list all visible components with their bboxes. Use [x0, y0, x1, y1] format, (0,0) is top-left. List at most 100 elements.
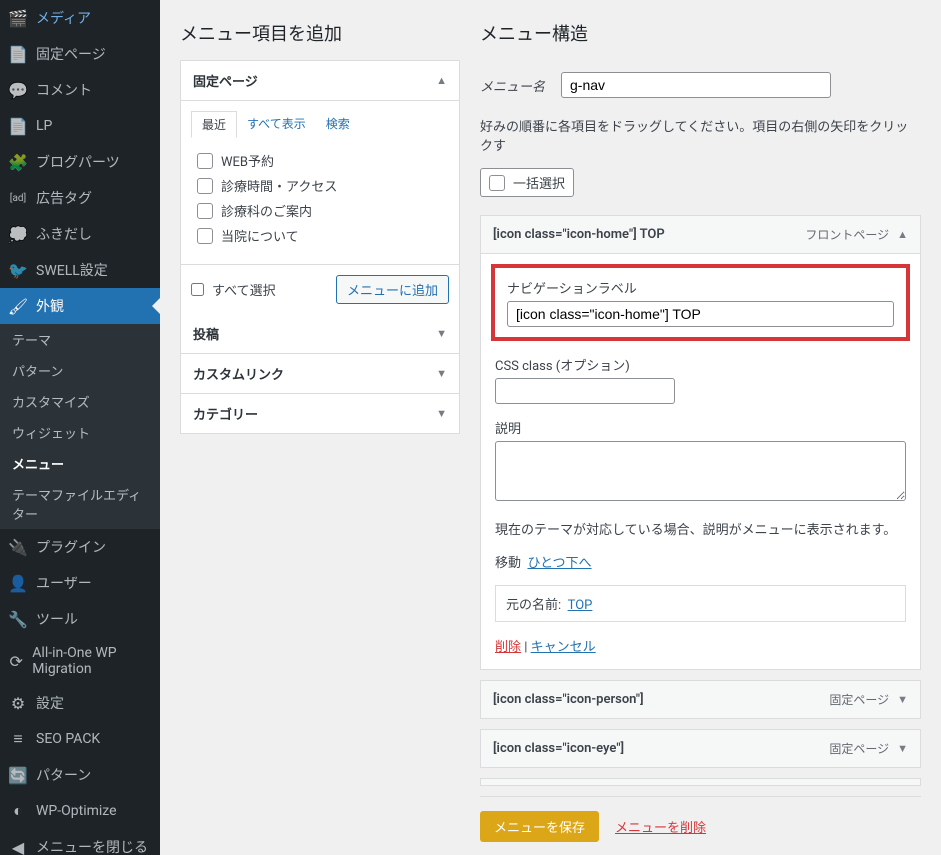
- menu-item-header[interactable]: [icon class="icon-home"] TOP フロントページ ▲: [481, 216, 920, 253]
- sidebar-item-lp[interactable]: 📄 LP: [0, 108, 160, 144]
- swell-icon: 🐦: [8, 260, 28, 280]
- sidebar-label: メディア: [36, 8, 91, 28]
- migration-icon: ⟳: [8, 651, 24, 671]
- page-icon: 📄: [8, 44, 28, 64]
- bulk-select-checkbox[interactable]: [489, 175, 505, 191]
- save-menu-button[interactable]: メニューを保存: [480, 811, 599, 842]
- sidebar-item-media[interactable]: 🎬 メディア: [0, 0, 160, 36]
- sidebar-item-migration[interactable]: ⟳All-in-One WP Migration: [0, 637, 160, 685]
- check-row[interactable]: 診療時間・アクセス: [197, 173, 449, 198]
- menu-item-placeholder: [480, 778, 921, 786]
- origin-link[interactable]: TOP: [568, 598, 593, 613]
- check-row[interactable]: WEB予約: [197, 148, 449, 173]
- sidebar-item-blogparts[interactable]: 🧩 ブログパーツ: [0, 144, 160, 180]
- bulk-select-wrap[interactable]: 一括選択: [480, 168, 574, 197]
- sidebar-label: コメント: [36, 80, 92, 100]
- sidebar-label: メニューを閉じる: [36, 837, 148, 855]
- check-row[interactable]: 診療科のご案内: [197, 198, 449, 223]
- sidebar-label: ユーザー: [36, 573, 92, 593]
- grid-icon: 🧩: [8, 152, 28, 172]
- menu-item-person: [icon class="icon-person"] 固定ページ ▼: [480, 680, 921, 719]
- sidebar-item-ads[interactable]: [ad]広告タグ: [0, 180, 160, 216]
- menu-item-header[interactable]: [icon class="icon-eye"] 固定ページ ▼: [481, 730, 920, 767]
- sidebar-label: ブログパーツ: [36, 152, 120, 172]
- page-check-list: WEB予約 診療時間・アクセス 診療科のご案内 当院について: [197, 148, 449, 248]
- sidebar-item-tools[interactable]: 🔧 ツール: [0, 601, 160, 637]
- page-checkbox[interactable]: [197, 228, 213, 244]
- menu-name-input[interactable]: [561, 72, 831, 98]
- page-checkbox[interactable]: [197, 203, 213, 219]
- chevron-down-icon: ▼: [436, 367, 447, 380]
- media-icon: 🎬: [8, 8, 28, 28]
- select-all-label: すべて選択: [212, 280, 276, 299]
- check-label: 当院について: [221, 226, 299, 245]
- sidebar-label: WP-Optimize: [36, 803, 117, 819]
- description-group: 説明: [495, 418, 906, 505]
- document-icon: 📄: [8, 116, 28, 136]
- sidebar-item-users[interactable]: 👤ユーザー: [0, 565, 160, 601]
- tab-search[interactable]: 検索: [316, 111, 360, 138]
- delete-menu-link[interactable]: メニューを削除: [615, 817, 706, 836]
- bulk-select-row: 一括選択: [480, 168, 921, 197]
- nav-label-highlight: ナビゲーションラベル: [491, 264, 910, 341]
- check-label: WEB予約: [221, 151, 274, 170]
- tab-all[interactable]: すべて表示: [237, 111, 316, 138]
- select-all-checkbox[interactable]: [191, 283, 204, 296]
- sidebar-item-settings[interactable]: ⚙設定: [0, 685, 160, 721]
- chevron-up-icon: ▲: [436, 74, 447, 87]
- check-row[interactable]: 当院について: [197, 223, 449, 248]
- css-class-input[interactable]: [495, 378, 675, 404]
- submenu-widgets[interactable]: ウィジェット: [0, 417, 160, 448]
- wrench-icon: 🔧: [8, 609, 28, 629]
- sidebar-label: 外観: [36, 296, 64, 316]
- acc-category[interactable]: カテゴリー ▼: [181, 394, 459, 433]
- sidebar-label: ツール: [36, 609, 78, 629]
- nav-label-input[interactable]: [507, 301, 894, 327]
- chevron-down-icon: ▼: [436, 327, 447, 340]
- sidebar-label: 固定ページ: [36, 44, 106, 64]
- appearance-submenu: テーマ パターン カスタマイズ ウィジェット メニュー テーマファイルエディター: [0, 324, 160, 529]
- origin-box: 元の名前: TOP: [495, 585, 906, 622]
- submenu-patterns[interactable]: パターン: [0, 355, 160, 386]
- submenu-themes[interactable]: テーマ: [0, 324, 160, 355]
- add-to-menu-button[interactable]: メニューに追加: [336, 275, 449, 304]
- sidebar-item-wpoptimize[interactable]: ◐WP-Optimize: [0, 793, 160, 829]
- page-checkbox[interactable]: [197, 178, 213, 194]
- acc-posts[interactable]: 投稿 ▼: [181, 314, 459, 354]
- sidebar-item-appearance[interactable]: 🖌外観: [0, 288, 160, 324]
- sidebar-item-pages[interactable]: 📄 固定ページ: [0, 36, 160, 72]
- items-accordion: 固定ページ ▲ 最近 すべて表示 検索 WEB予約 診療時間・アクセス 診療科の…: [180, 60, 460, 434]
- sidebar-label: 設定: [36, 693, 64, 713]
- select-all-row[interactable]: すべて選択: [191, 280, 276, 299]
- page-checkbox[interactable]: [197, 153, 213, 169]
- sidebar-item-comments[interactable]: 💬 コメント: [0, 72, 160, 108]
- ad-icon: [ad]: [8, 188, 28, 208]
- sidebar-item-swell[interactable]: 🐦SWELL設定: [0, 252, 160, 288]
- menu-item-type: 固定ページ ▼: [829, 691, 908, 708]
- comment-icon: 💬: [8, 80, 28, 100]
- acc-custom-link[interactable]: カスタムリンク ▼: [181, 354, 459, 394]
- sidebar-item-collapse[interactable]: ◀メニューを閉じる: [0, 829, 160, 855]
- submenu-customize[interactable]: カスタマイズ: [0, 386, 160, 417]
- item-actions: 削除 | キャンセル: [495, 636, 906, 655]
- submenu-menus[interactable]: メニュー: [0, 448, 160, 479]
- sidebar-item-fukidashi[interactable]: 💭ふきだし: [0, 216, 160, 252]
- menu-item-header[interactable]: [icon class="icon-person"] 固定ページ ▼: [481, 681, 920, 718]
- menu-name-row: メニュー名: [480, 60, 921, 106]
- sidebar-item-plugins[interactable]: 🔌プラグイン: [0, 529, 160, 565]
- submenu-theme-editor[interactable]: テーマファイルエディター: [0, 479, 160, 529]
- css-class-group: CSS class (オプション): [495, 355, 906, 404]
- tab-recent[interactable]: 最近: [191, 111, 237, 138]
- sidebar-item-seopack[interactable]: ≡SEO PACK: [0, 721, 160, 757]
- sidebar-item-pattern2[interactable]: 🔄パターン: [0, 757, 160, 793]
- move-down-link[interactable]: ひとつ下へ: [527, 556, 591, 571]
- menu-item-title: [icon class="icon-home"] TOP: [493, 227, 665, 242]
- delete-item-link[interactable]: 削除: [495, 640, 521, 655]
- cancel-item-link[interactable]: キャンセル: [531, 640, 596, 655]
- description-textarea[interactable]: [495, 441, 906, 501]
- menu-item-body: ナビゲーションラベル CSS class (オプション) 説明 現在のテーマが対…: [481, 253, 920, 669]
- bulk-select-label: 一括選択: [513, 173, 565, 192]
- chevron-up-icon: ▲: [897, 228, 908, 241]
- sidebar-label: LP: [36, 118, 52, 134]
- acc-fixed-pages[interactable]: 固定ページ ▲: [181, 61, 459, 101]
